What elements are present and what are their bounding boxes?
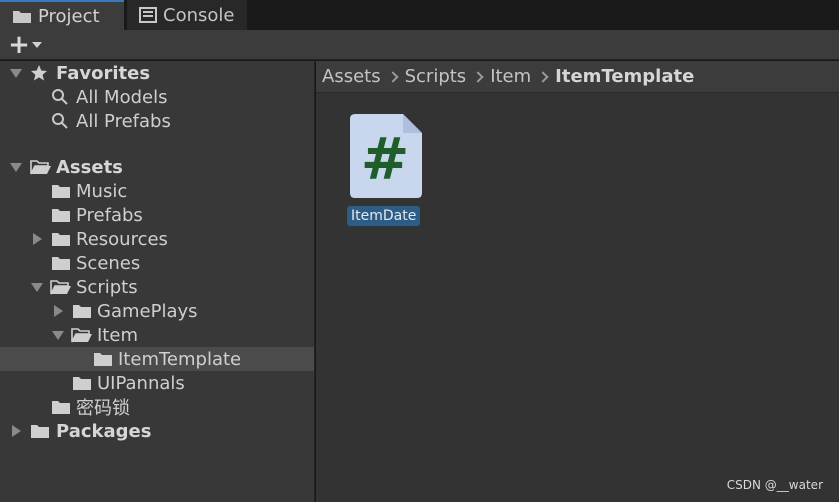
folder-icon [73, 377, 91, 390]
foldout-right-icon[interactable] [12, 425, 21, 437]
script-glyph: # [361, 125, 410, 193]
tree-item-resources[interactable]: Resources [0, 227, 314, 251]
tree-label-resources: Resources [76, 228, 168, 250]
folder-open-icon [30, 160, 51, 175]
foldout-down-icon[interactable] [52, 331, 64, 340]
tree-item-uipannals[interactable]: UIPannals [0, 371, 314, 395]
tree-item-all-models[interactable]: All Models [0, 85, 314, 109]
breadcrumb: Assets Scripts Item ItemTemplate [316, 61, 839, 93]
tree-label-lock: 密码锁 [76, 398, 130, 419]
tree-label-gameplays: GamePlays [97, 300, 198, 322]
foldout-down-icon[interactable] [31, 283, 43, 292]
csharp-script-icon: # [350, 114, 422, 198]
folder-icon [13, 11, 31, 23]
folder-open-icon [50, 280, 71, 295]
plus-icon: + [8, 30, 30, 60]
tree-item-prefabs[interactable]: Prefabs [0, 203, 314, 227]
foldout-right-icon[interactable] [33, 233, 42, 245]
asset-browser: Assets Scripts Item ItemTemplate # ItemD… [316, 61, 839, 502]
tree-label-itemtemplate: ItemTemplate [118, 348, 242, 370]
tree-item-lock[interactable]: 密码锁 [0, 395, 314, 419]
tab-project[interactable]: Project [0, 0, 124, 30]
tree-item-all-prefabs[interactable]: All Prefabs [0, 109, 314, 133]
folder-icon [52, 185, 70, 198]
watermark: CSDN @__water [726, 478, 823, 492]
tree-item-scenes[interactable]: Scenes [0, 251, 314, 275]
project-toolbar: + [0, 30, 839, 60]
foldout-down-icon[interactable] [10, 163, 22, 172]
tree-item-gameplays[interactable]: GamePlays [0, 299, 314, 323]
tab-console-label: Console [163, 4, 235, 26]
tree-item-itemtemplate[interactable]: ItemTemplate [0, 347, 314, 371]
folder-icon [31, 425, 49, 438]
tree-item-packages[interactable]: Packages [0, 419, 314, 443]
folder-icon [52, 209, 70, 222]
console-icon [139, 7, 157, 23]
tree-label-music: Music [76, 180, 128, 202]
folder-icon [73, 305, 91, 318]
breadcrumb-assets[interactable]: Assets [322, 66, 381, 87]
project-tree: Favorites All Models All Prefabs Assets … [0, 61, 315, 502]
tree-label-favorites: Favorites [56, 62, 151, 84]
tree-label-item: Item [97, 324, 138, 346]
tree-label-scenes: Scenes [76, 252, 141, 274]
tree-label-all-models: All Models [76, 86, 168, 108]
tab-project-label: Project [38, 5, 100, 27]
tree-label-uipannals: UIPannals [97, 372, 185, 394]
foldout-down-icon[interactable] [10, 69, 22, 78]
chevron-right-icon [472, 70, 484, 83]
tree-label-assets: Assets [56, 156, 123, 178]
chevron-right-icon [386, 70, 399, 83]
tree-item-assets[interactable]: Assets [0, 155, 314, 179]
asset-label-itemdate: ItemDate [347, 206, 421, 226]
tree-label-all-prefabs: All Prefabs [76, 110, 171, 132]
chevron-down-icon [32, 42, 42, 48]
tree-item-item[interactable]: Item [0, 323, 314, 347]
star-icon [31, 65, 47, 81]
folder-icon [52, 401, 70, 414]
chevron-right-icon [537, 70, 549, 83]
tree-label-scripts: Scripts [76, 276, 138, 298]
breadcrumb-scripts[interactable]: Scripts [405, 66, 467, 87]
tree-item-favorites[interactable]: Favorites [0, 61, 314, 85]
tab-console[interactable]: Console [127, 0, 247, 30]
folder-open-icon [71, 328, 92, 343]
tree-label-prefabs: Prefabs [76, 204, 143, 226]
tab-bar: Project Console [0, 0, 839, 30]
folder-icon [52, 233, 70, 246]
folder-icon [52, 257, 70, 270]
foldout-right-icon[interactable] [54, 305, 63, 317]
tree-item-scripts[interactable]: Scripts [0, 275, 314, 299]
folder-icon [94, 353, 112, 366]
search-icon [52, 89, 68, 105]
breadcrumb-item[interactable]: Item [490, 66, 531, 87]
tree-label-packages: Packages [56, 420, 152, 442]
tree-item-music[interactable]: Music [0, 179, 314, 203]
breadcrumb-itemtemplate[interactable]: ItemTemplate [555, 66, 694, 87]
create-menu-button[interactable]: + [8, 30, 52, 60]
search-icon [52, 113, 68, 129]
